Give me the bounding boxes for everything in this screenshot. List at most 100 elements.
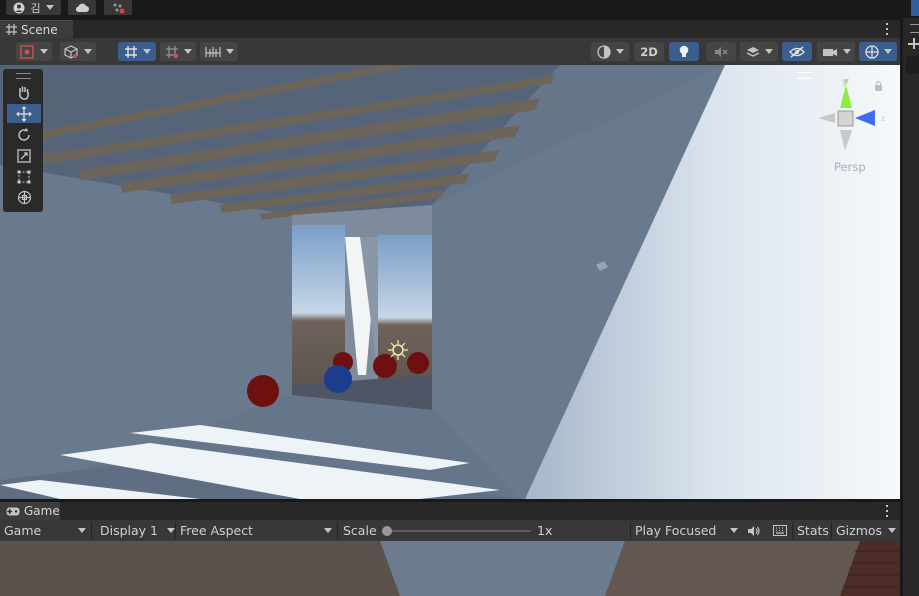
top-right-indicator [911,0,919,16]
speaker-icon [748,525,760,536]
effects-dropdown[interactable] [740,42,778,61]
chevron-down-icon [842,49,851,54]
chevron-down-icon [167,528,175,533]
toggle-2d-button[interactable]: 2D [634,42,664,61]
camera-projection-label[interactable]: Persp [834,160,866,174]
panel-menu-icon[interactable] [910,24,919,33]
gizmo-drag-handle[interactable] [797,72,813,79]
lighting-toggle[interactable] [669,42,699,61]
tools-panel-handle[interactable] [16,73,31,79]
scale-value: 1x [537,523,553,538]
chevron-down-icon [142,49,151,54]
camera-dropdown[interactable] [817,42,855,61]
keyboard-icon [773,525,787,536]
tab-game[interactable]: Game [0,502,60,520]
gizmo-globe-icon [864,44,879,59]
scene-tab-bar: Scene [0,20,900,38]
chevron-down-icon [45,5,54,10]
chevron-down-icon [40,49,48,54]
chevron-down-icon [888,528,896,533]
transform-tool-button[interactable] [7,188,41,207]
audio-mute-icon [715,46,728,57]
game-view-dropdown[interactable]: Game [4,520,90,541]
stats-button[interactable]: Stats [797,520,829,541]
scene-grid-icon [6,24,17,35]
game-viewport[interactable] [0,541,900,596]
more-options-icon[interactable] [884,505,890,517]
collab-button[interactable] [104,0,132,15]
gizmos-toggle[interactable]: Gizmos [836,520,898,541]
render-mode-dropdown[interactable] [60,42,96,61]
game-render [0,541,900,596]
right-side-panel [903,18,919,596]
shading-dropdown[interactable] [591,42,629,61]
gizmos-toggle-label: Gizmos [836,523,883,538]
snap-grid-icon [165,45,178,58]
grid-icon [124,45,137,58]
hand-tool-button[interactable] [7,83,41,102]
game-tab-bar: Game [0,502,900,520]
chevron-down-icon [730,528,738,533]
top-bar: 김 [0,0,919,18]
collab-icon [113,3,125,13]
gizmos-dropdown[interactable] [859,42,897,61]
scale-slider[interactable] [382,525,532,537]
scene-render [0,65,900,499]
hidden-eye-icon [789,45,805,58]
camera-icon [822,48,837,56]
account-icon [13,2,25,13]
cloud-button[interactable] [68,0,96,15]
chevron-down-icon [225,49,234,54]
scale-slider-thumb[interactable] [382,526,392,536]
snap-settings-dropdown[interactable] [160,42,196,61]
account-dropdown[interactable]: 김 [6,0,61,15]
layers-icon [746,46,759,57]
scale-tool-button[interactable] [7,146,41,165]
cube-icon [64,44,78,59]
move-tool-button[interactable] [7,104,41,123]
visibility-toggle[interactable] [782,42,812,61]
keyboard-shortcuts-button[interactable] [770,520,790,541]
chevron-down-icon [324,528,332,533]
game-view-dropdown-label: Game [4,523,42,538]
scene-viewport[interactable]: y z Persp [0,65,900,499]
grid-snap-toggle[interactable] [118,42,156,61]
audio-toggle[interactable] [706,42,736,61]
chevron-down-icon [183,49,192,54]
scene-tools-panel [3,69,43,212]
aspect-dropdown-label: Free Aspect [180,523,253,538]
account-name: 김 [30,1,41,15]
display-dropdown-label: Display 1 [100,523,159,538]
shaded-mode-icon [20,44,34,59]
aspect-dropdown[interactable]: Free Aspect [180,520,334,541]
more-options-icon[interactable] [884,23,890,35]
panel-search-field[interactable] [906,56,919,74]
scale-slider-track [382,530,531,532]
play-mode-dropdown-label: Play Focused [635,523,717,538]
increment-snap-dropdown[interactable] [200,42,238,61]
scale-icon [17,148,31,163]
svg-text:y: y [842,78,847,87]
rotate-tool-button[interactable] [7,125,41,144]
hand-icon [19,86,29,100]
rotate-icon [18,127,30,141]
play-mode-dropdown[interactable]: Play Focused [635,520,740,541]
chevron-down-icon [615,49,624,54]
chevron-down-icon [883,49,892,54]
scale-label: Scale [343,523,377,538]
tab-scene[interactable]: Scene [0,20,73,38]
gamepad-icon [6,507,20,515]
game-toolbar: Game Display 1 Free Aspect Scale 1x Play… [0,520,900,542]
rect-tool-button[interactable] [7,167,41,186]
rect-transform-icon [17,170,31,183]
scene-orientation-gizmo[interactable]: y z Persp [815,75,890,174]
move-arrows-icon [16,105,32,122]
mute-audio-button[interactable] [745,520,763,541]
display-dropdown[interactable]: Display 1 [100,520,175,541]
tab-scene-label: Scene [21,22,58,37]
add-icon[interactable] [908,38,919,49]
lock-icon[interactable] [874,81,883,91]
light-bulb-icon [679,45,689,57]
draw-mode-dropdown[interactable] [16,42,52,61]
ruler-icon [204,46,221,57]
